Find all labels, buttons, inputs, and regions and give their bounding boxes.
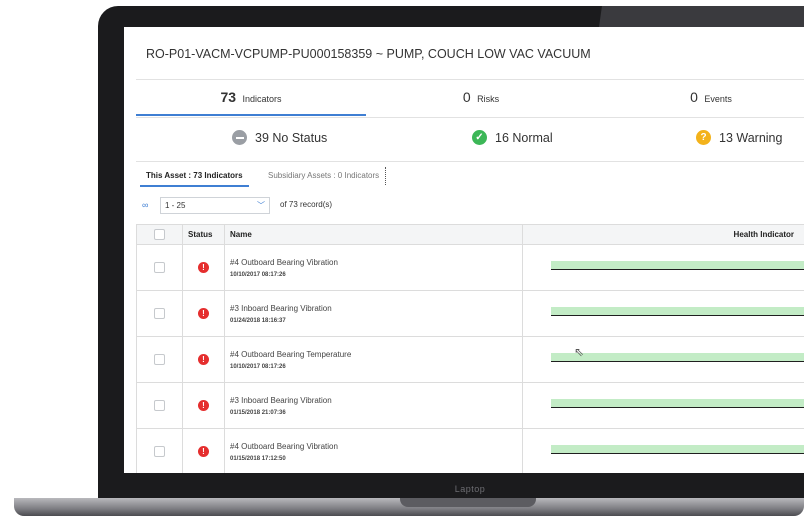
asset-title: RO-P01-VACM-VCPUMP-PU000158359 ~ PUMP, C… bbox=[146, 47, 591, 61]
health-indicator-cell: 0 bbox=[522, 428, 804, 473]
indicator-name[interactable]: #4 Outboard Bearing Vibration bbox=[230, 258, 517, 267]
check-icon: ✓ bbox=[472, 130, 487, 145]
page-range-value: 1 - 25 bbox=[165, 201, 186, 210]
indicator-name[interactable]: #4 Outboard Bearing Temperature bbox=[230, 350, 517, 359]
indicator-date: 01/15/2018 17:12:50 bbox=[230, 455, 286, 462]
alert-icon: ! bbox=[198, 354, 209, 365]
tab-risks[interactable]: 0 Risks bbox=[366, 80, 596, 116]
indicator-name[interactable]: #3 Inboard Bearing Vibration bbox=[230, 396, 517, 405]
health-indicator-cell: 0 bbox=[522, 336, 804, 383]
health-bar bbox=[551, 261, 804, 270]
tab-events-label: Events bbox=[704, 94, 732, 104]
row-checkbox[interactable] bbox=[154, 400, 165, 411]
health-indicator-cell: 0 bbox=[522, 382, 804, 429]
status-warning[interactable]: ? 13 Warning bbox=[696, 130, 782, 145]
status-no-status-text: 39 No Status bbox=[255, 130, 328, 145]
indicator-date: 01/24/2018 18:16:37 bbox=[230, 317, 286, 324]
row-checkbox[interactable] bbox=[154, 262, 165, 273]
health-indicator-cell: 0 bbox=[522, 290, 804, 337]
indicator-grid: Status Name Health Indicator ! #4 Outboa… bbox=[136, 224, 804, 473]
summary-tabs: 73 Indicators 0 Risks 0 Events bbox=[136, 79, 804, 118]
table-row[interactable]: ! #4 Outboard Bearing Temperature 10/10/… bbox=[136, 336, 804, 383]
health-bar bbox=[551, 353, 804, 362]
laptop-notch bbox=[400, 498, 536, 507]
binoculars-icon[interactable]: ∞ bbox=[142, 200, 148, 210]
table-row[interactable]: ! #4 Outboard Bearing Vibration 10/10/20… bbox=[136, 244, 804, 291]
status-normal-text: 16 Normal bbox=[495, 130, 553, 145]
status-no-status[interactable]: 39 No Status bbox=[232, 130, 327, 145]
status-summary: 39 No Status ✓ 16 Normal ? 13 Warning bbox=[136, 117, 804, 162]
alert-icon: ! bbox=[198, 308, 209, 319]
indicator-name[interactable]: #4 Outboard Bearing Vibration bbox=[230, 442, 517, 451]
indicator-date: 01/15/2018 21:07:36 bbox=[230, 409, 286, 416]
alert-icon: ! bbox=[198, 446, 209, 457]
tab-risks-count: 0 bbox=[462, 89, 471, 105]
laptop-label: Laptop bbox=[454, 484, 486, 494]
indicator-date: 10/10/2017 08:17:26 bbox=[230, 271, 286, 278]
select-all-header[interactable] bbox=[136, 224, 183, 245]
tab-this-asset[interactable]: This Asset : 73 Indicators bbox=[140, 167, 249, 187]
asset-sub-tabs: This Asset : 73 Indicators Subsidiary As… bbox=[136, 163, 804, 187]
record-count: of 73 record(s) bbox=[280, 200, 333, 209]
table-row[interactable]: ! #3 Inboard Bearing Vibration 01/24/201… bbox=[136, 290, 804, 337]
tab-subsidiary-assets[interactable]: Subsidiary Assets : 0 Indicators bbox=[262, 167, 387, 185]
column-health-indicator[interactable]: Health Indicator bbox=[522, 224, 804, 245]
pager: ∞ 1 - 25 ﹀ of 73 record(s) bbox=[136, 197, 436, 215]
tab-indicators-count: 73 bbox=[220, 89, 237, 105]
column-name[interactable]: Name bbox=[224, 224, 523, 245]
health-bar bbox=[551, 307, 804, 316]
row-checkbox[interactable] bbox=[154, 308, 165, 319]
chevron-down-icon: ﹀ bbox=[257, 201, 265, 210]
alert-icon: ! bbox=[198, 262, 209, 273]
health-indicator-cell: 0 bbox=[522, 244, 804, 291]
row-checkbox[interactable] bbox=[154, 446, 165, 457]
table-row[interactable]: ! #3 Inboard Bearing Vibration 01/15/201… bbox=[136, 382, 804, 429]
mouse-cursor-icon: ⇖ bbox=[574, 345, 585, 359]
table-row[interactable]: ! #4 Outboard Bearing Vibration 01/15/20… bbox=[136, 428, 804, 473]
tab-indicators-label: Indicators bbox=[242, 94, 282, 104]
tab-events[interactable]: 0 Events bbox=[596, 80, 804, 116]
column-status[interactable]: Status bbox=[182, 224, 225, 245]
row-checkbox[interactable] bbox=[154, 354, 165, 365]
tab-risks-label: Risks bbox=[477, 94, 500, 104]
select-all-checkbox[interactable] bbox=[154, 229, 165, 240]
indicator-name[interactable]: #3 Inboard Bearing Vibration bbox=[230, 304, 517, 313]
grid-header-row: Status Name Health Indicator bbox=[136, 224, 804, 245]
no-status-icon bbox=[232, 130, 247, 145]
tab-events-count: 0 bbox=[690, 89, 698, 105]
tab-indicators[interactable]: 73 Indicators bbox=[136, 80, 366, 116]
health-bar bbox=[551, 399, 804, 408]
app-screen: RO-P01-VACM-VCPUMP-PU000158359 ~ PUMP, C… bbox=[124, 27, 804, 473]
page-range-select[interactable]: 1 - 25 ﹀ bbox=[160, 197, 270, 214]
health-bar bbox=[551, 445, 804, 454]
indicator-date: 10/10/2017 08:17:26 bbox=[230, 363, 286, 370]
status-normal[interactable]: ✓ 16 Normal bbox=[472, 130, 553, 145]
alert-icon: ! bbox=[198, 400, 209, 411]
warning-icon: ? bbox=[696, 130, 711, 145]
status-warning-text: 13 Warning bbox=[719, 130, 783, 145]
